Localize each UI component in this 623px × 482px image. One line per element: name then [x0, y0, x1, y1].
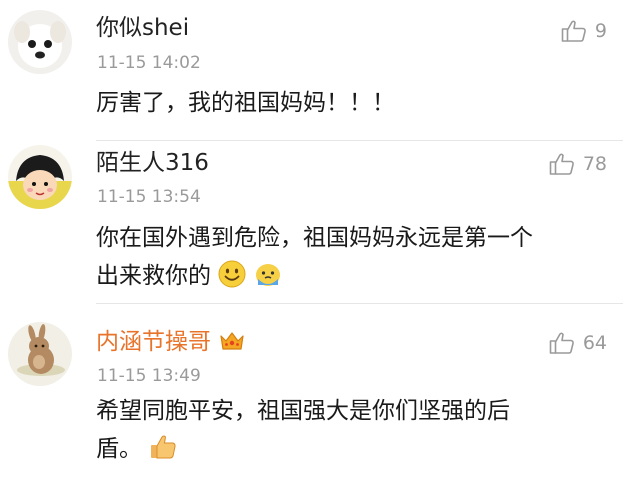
like-count: 9	[594, 20, 607, 42]
like-button[interactable]: 9	[561, 16, 607, 46]
comment-item: 内涵节操哥 11-15 13:49 64 希望同胞平安，祖国强大是你们坚强的后 …	[0, 304, 623, 482]
thumbs-up-emoji	[148, 432, 178, 474]
comment-text-line: 出来救你的	[96, 257, 606, 301]
like-button[interactable]: 64	[549, 328, 607, 358]
thumbs-up-icon	[549, 153, 574, 175]
like-count: 64	[582, 332, 607, 354]
thumbs-up-icon	[561, 20, 586, 42]
comment-text: 希望同胞平安，祖国强大是你们坚强的后 盾。	[96, 392, 606, 474]
smile-emoji	[217, 259, 247, 301]
puppy-avatar[interactable]	[8, 10, 72, 74]
thumbs-up-icon	[549, 332, 574, 354]
comment-username[interactable]: 你似shei	[96, 14, 189, 42]
like-button[interactable]: 78	[549, 149, 607, 179]
comment-item: 陌生人316 11-15 13:54 78 你在国外遇到危险，祖国妈妈永远是第一…	[0, 141, 623, 303]
rabbit-avatar[interactable]	[8, 322, 72, 386]
crown-icon	[219, 330, 245, 359]
comment-text-line: 你在国外遇到危险，祖国妈妈永远是第一个	[96, 225, 533, 251]
comment-time: 11-15 13:49	[97, 366, 201, 386]
comment-item: 你似shei 11-15 14:02 9 厉害了，我的祖国妈妈！！！	[0, 0, 623, 140]
comment-text-line: 盾。	[96, 430, 606, 474]
crying-emoji	[253, 259, 283, 301]
comment-username[interactable]: 内涵节操哥	[96, 328, 245, 359]
comment-text-line: 希望同胞平安，祖国强大是你们坚强的后	[96, 398, 510, 424]
comment-text: 厉害了，我的祖国妈妈！！！	[96, 90, 395, 116]
comment-time: 11-15 13:54	[97, 187, 201, 207]
comment-time: 11-15 14:02	[97, 53, 201, 73]
cartoon-girl-avatar[interactable]	[8, 145, 72, 209]
comment-text: 你在国外遇到危险，祖国妈妈永远是第一个 出来救你的	[96, 219, 606, 301]
comment-username[interactable]: 陌生人316	[96, 149, 209, 177]
like-count: 78	[582, 153, 607, 175]
